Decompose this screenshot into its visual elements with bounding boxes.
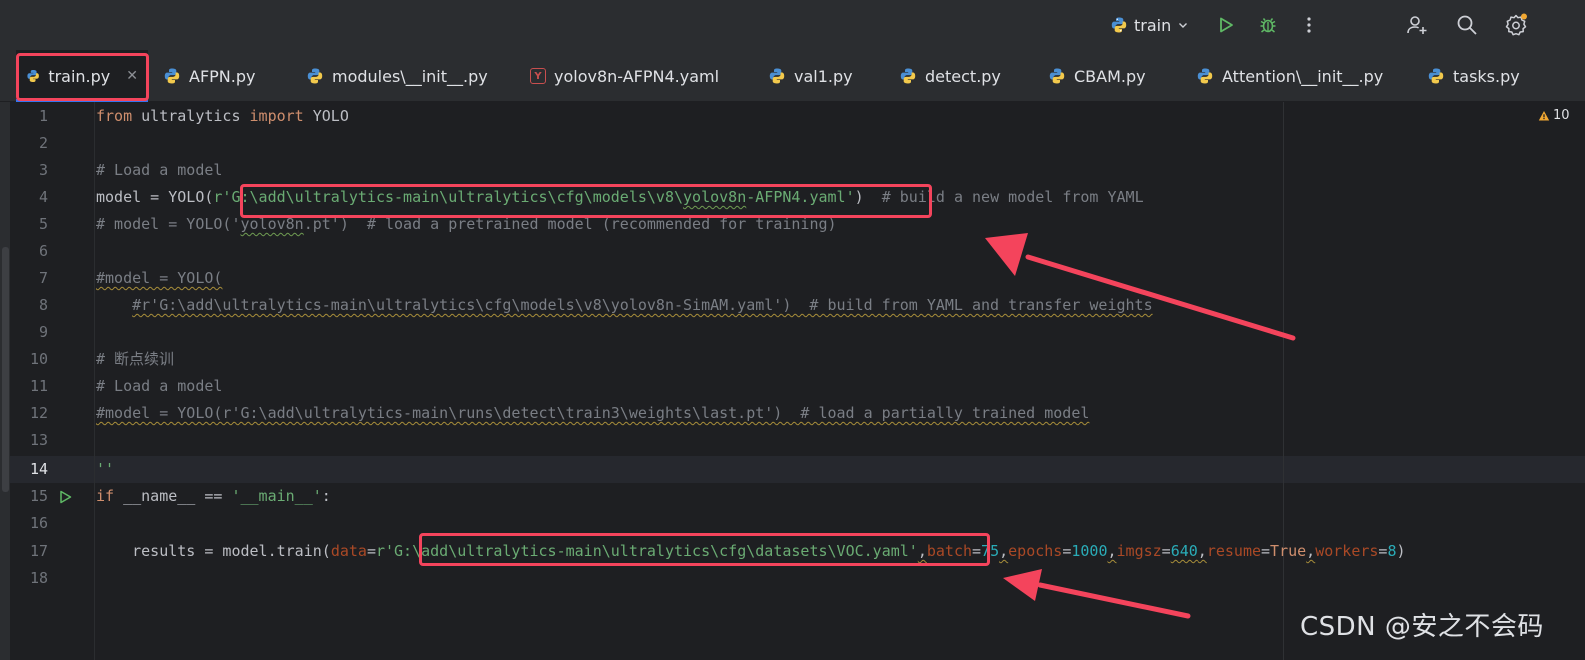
code-line[interactable]: 3 # Load a model	[0, 157, 1585, 184]
yaml-icon: Y	[530, 68, 546, 84]
line-number: 2	[38, 134, 48, 152]
more-icon	[1307, 17, 1311, 33]
code-line[interactable]: 9	[0, 319, 1585, 346]
run-button[interactable]	[1213, 12, 1239, 38]
code-text: ''	[96, 460, 115, 478]
tab-attention-init-py[interactable]: Attention\__init__.py	[1196, 50, 1383, 102]
tab-label: detect.py	[925, 66, 1001, 86]
tab-val1-py[interactable]: val1.py	[768, 50, 853, 102]
python-icon	[900, 68, 916, 84]
tab-detect-py[interactable]: detect.py	[899, 50, 1001, 102]
python-icon	[769, 68, 785, 84]
tab-label: yolov8n-AFPN4.yaml	[554, 66, 720, 86]
run-config-label: train	[1134, 15, 1172, 35]
line-number: 5	[38, 215, 48, 233]
line-number: 1	[38, 107, 48, 125]
run-configuration-selector[interactable]: train	[1110, 13, 1189, 37]
line-number: 17	[29, 542, 48, 560]
code-line[interactable]: 11 # Load a model	[0, 373, 1585, 400]
tab-label: modules\__init__.py	[332, 66, 488, 86]
tab-label: tasks.py	[1453, 66, 1520, 86]
settings-button[interactable]	[1503, 12, 1529, 38]
line-number: 6	[38, 242, 48, 260]
code-text: #r'G:\add\ultralytics-main\ultralytics\c…	[132, 296, 1153, 314]
tab-modules-init-py[interactable]: modules\__init__.py	[306, 50, 488, 102]
settings-icon	[1505, 13, 1527, 36]
highlight-box-active-tab	[16, 53, 149, 101]
line-number: 4	[38, 188, 48, 206]
line-number: 7	[38, 269, 48, 287]
line-number: 18	[29, 569, 48, 587]
python-icon	[1197, 68, 1213, 84]
debug-icon	[1260, 18, 1276, 33]
python-icon	[1111, 17, 1127, 33]
tab-label: Attention\__init__.py	[1222, 66, 1384, 86]
code-line[interactable]: 13	[0, 427, 1585, 454]
code-line[interactable]: 10 # 断点续训	[0, 346, 1585, 373]
run-icon	[60, 490, 72, 503]
tab-afpn-py[interactable]: AFPN.py	[163, 50, 255, 102]
code-line[interactable]: 6	[0, 238, 1585, 265]
line-number: 3	[38, 161, 48, 179]
tab-cbam-py[interactable]: CBAM.py	[1048, 50, 1146, 102]
python-icon	[1049, 68, 1065, 84]
add-user-icon	[1407, 16, 1427, 34]
code-line[interactable]: 7 #model = YOLO(	[0, 265, 1585, 292]
tab-yolov8n-afpn4-yaml[interactable]: Y yolov8n-AFPN4.yaml	[530, 50, 719, 102]
code-text: #model = YOLO(r'G:\add\ultralytics-main\…	[96, 404, 1090, 422]
line-number: 15	[29, 487, 48, 505]
code-line[interactable]: 1 from ultralytics import YOLO	[0, 103, 1585, 130]
code-line[interactable]: 12 #model = YOLO(r'G:\add\ultralytics-ma…	[0, 400, 1585, 427]
code-line-current[interactable]: 14 ''	[0, 456, 1585, 483]
tab-label: CBAM.py	[1074, 66, 1146, 86]
code-text: # 断点续训	[96, 350, 175, 368]
editor-tab-bar: train.py ✕ AFPN.py modules\__init__.py Y…	[0, 50, 1585, 102]
code-with-me-button[interactable]	[1404, 12, 1430, 38]
tab-label: val1.py	[794, 66, 853, 86]
more-actions-button[interactable]	[1296, 12, 1322, 38]
line-number: 13	[29, 431, 48, 449]
tab-tasks-py[interactable]: tasks.py	[1427, 50, 1520, 102]
line-number: 16	[29, 514, 48, 532]
highlight-box-model-path	[240, 184, 932, 218]
python-icon	[164, 68, 180, 84]
line-number: 14	[29, 460, 48, 478]
code-text: # Load a model	[96, 377, 223, 395]
code-line[interactable]: 2	[0, 130, 1585, 157]
debug-button[interactable]	[1255, 12, 1281, 38]
line-number: 12	[29, 404, 48, 422]
watermark: CSDN @安之不会码	[1300, 612, 1544, 642]
line-number: 10	[29, 350, 48, 368]
main-toolbar: train	[0, 0, 1585, 50]
python-icon	[1428, 68, 1444, 84]
run-main-gutter-button[interactable]	[56, 483, 74, 510]
chevron-down-icon	[1179, 23, 1188, 28]
run-icon	[1220, 17, 1233, 33]
highlight-box-dataset-path	[419, 533, 990, 566]
code-text: if __name__ == '__main__':	[96, 487, 331, 505]
search-icon	[1457, 15, 1477, 35]
code-line[interactable]: 15 if __name__ == '__main__':	[0, 483, 1585, 510]
code-text: # Load a model	[96, 161, 223, 179]
line-number: 11	[29, 377, 48, 395]
line-number: 9	[38, 323, 48, 341]
python-icon	[307, 68, 323, 84]
code-line[interactable]: 18	[0, 565, 1585, 592]
search-button[interactable]	[1454, 12, 1480, 38]
code-line[interactable]: 8 #r'G:\add\ultralytics-main\ultralytics…	[0, 292, 1585, 319]
code-text: from ultralytics import YOLO	[96, 107, 349, 125]
tab-label: AFPN.py	[189, 66, 256, 86]
code-text: #model = YOLO(	[96, 269, 223, 287]
line-number: 8	[38, 296, 48, 314]
